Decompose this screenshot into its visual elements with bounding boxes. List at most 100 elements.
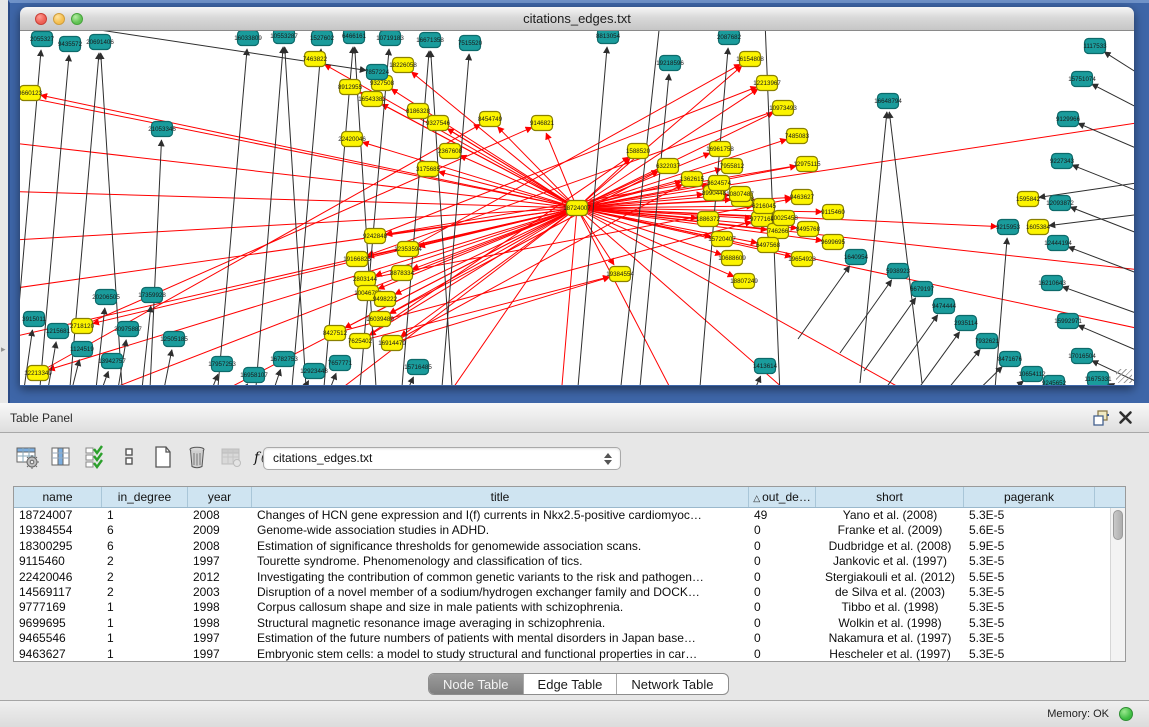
table-row[interactable]: 911546021997Tourette syndrome. Phenomeno… [14, 554, 1125, 569]
table-header-row[interactable]: namein_degreeyeartitle△out_de…shortpager… [14, 487, 1125, 508]
graph-node[interactable]: 2055327 [30, 32, 55, 47]
graph-node[interactable]: 9245652 [1042, 376, 1067, 386]
table-row[interactable]: 977716911998Corpus callosum shape and si… [14, 600, 1125, 615]
table-row[interactable]: 946362711997Embryonic stem cells: a mode… [14, 647, 1125, 662]
graph-node[interactable]: 11675331 [1084, 372, 1112, 386]
graph-node[interactable]: 2803144 [353, 272, 378, 287]
graph-node[interactable]: 12444194 [1044, 236, 1072, 251]
graph-node[interactable]: 8813054 [596, 31, 621, 44]
table-row[interactable]: 1456911722003Disruption of a novel membe… [14, 585, 1125, 600]
graph-node[interactable]: 16958107 [240, 368, 268, 383]
graph-node[interactable]: 9699695 [821, 235, 846, 250]
graph-node[interactable]: 20206505 [92, 290, 120, 305]
show-columns-icon[interactable] [48, 444, 74, 470]
graph-node[interactable]: 16648794 [874, 94, 902, 109]
table-settings-icon[interactable] [14, 444, 40, 470]
graph-node[interactable]: 7485083 [785, 129, 810, 144]
graph-node[interactable]: 18807249 [730, 274, 758, 289]
table-row[interactable]: 969969511998Structural magnetic resonanc… [14, 616, 1125, 631]
table-row[interactable]: 1830029562008Estimation of significance … [14, 539, 1125, 554]
graph-node[interactable]: 10025458 [770, 211, 798, 226]
graph-node[interactable]: 9146821 [530, 116, 555, 131]
graph-node[interactable]: 7515520 [458, 36, 483, 51]
graph-node[interactable]: 2935114 [954, 316, 978, 331]
table-row[interactable]: 1872400712008Changes of HCN gene express… [14, 508, 1125, 523]
graph-node[interactable]: 8878334 [390, 266, 415, 281]
tab-node-table[interactable]: Node Table [429, 674, 524, 694]
graph-node[interactable]: 22420046 [338, 132, 366, 147]
graph-node[interactable]: 16914479 [378, 336, 406, 351]
graph-node[interactable]: 12213349 [24, 366, 52, 381]
graph-node[interactable]: 6679197 [910, 282, 935, 297]
graph-node[interactable]: 8427512 [323, 326, 348, 341]
graph-node[interactable]: 12093872 [1046, 196, 1074, 211]
vertical-scrollbar[interactable] [1110, 508, 1125, 661]
graph-node[interactable]: 6322037 [656, 159, 681, 174]
network-canvas[interactable]: 1872400718226058932750889129551654338281… [20, 31, 1134, 385]
table-row[interactable]: 946554611997Estimation of the future num… [14, 631, 1125, 646]
import-table-icon[interactable] [218, 444, 244, 470]
graph-node[interactable]: 7932621 [975, 334, 1000, 349]
graph-node[interactable]: 16543382 [358, 92, 386, 107]
column-header-pagerank[interactable]: pagerank [964, 487, 1095, 507]
graph-node[interactable]: 2087682 [717, 31, 742, 45]
graph-node[interactable]: 6216045 [752, 199, 777, 214]
column-header-short[interactable]: short [816, 487, 964, 507]
graph-node[interactable]: 1640954 [844, 250, 869, 265]
graph-node[interactable]: 18226058 [389, 58, 417, 73]
graph-node[interactable]: 19218596 [656, 56, 684, 71]
graph-node[interactable]: 7657771 [328, 356, 353, 371]
tab-edge-table[interactable]: Edge Table [524, 674, 618, 694]
graph-node[interactable]: 3215953 [996, 220, 1021, 235]
network-window[interactable]: citations_edges.txt 18724007182260589327… [20, 7, 1134, 386]
graph-node[interactable]: 19166825 [343, 252, 371, 267]
graph-node[interactable]: 9435572 [58, 37, 83, 52]
column-header-title[interactable]: title [252, 487, 749, 507]
graph-node[interactable]: 9242848 [363, 229, 388, 244]
graph-node[interactable]: 3175685 [416, 162, 441, 177]
graph-node[interactable]: 10553287 [270, 31, 298, 44]
graph-node[interactable]: 16033809 [234, 31, 262, 46]
graph-node[interactable]: 1413614 [753, 359, 778, 374]
graph-node[interactable]: 8912955 [338, 80, 363, 95]
graph-node[interactable]: 12975115 [793, 157, 821, 172]
graph-node[interactable]: 3915011 [22, 312, 46, 327]
graph-node[interactable]: 16210643 [1038, 276, 1066, 291]
graph-node[interactable]: 18724007 [563, 201, 591, 216]
graph-node[interactable]: 16961758 [706, 142, 734, 157]
graph-node[interactable]: 16039489 [366, 312, 394, 327]
graph-node[interactable]: 10807487 [726, 187, 754, 202]
graph-node[interactable]: 7955812 [720, 159, 745, 174]
graph-node[interactable]: 9129966 [1056, 112, 1081, 127]
graph-node[interactable]: 12213967 [753, 76, 781, 91]
resize-grip[interactable] [1116, 369, 1132, 383]
graph-node[interactable]: 8186328 [406, 104, 431, 119]
close-icon[interactable] [1118, 410, 1133, 425]
graph-node[interactable]: 21053346 [148, 122, 176, 137]
graph-node[interactable]: 2718120 [70, 319, 95, 334]
graph-node[interactable]: 10688609 [718, 251, 746, 266]
citation-graph[interactable]: 1872400718226058932750889129551654338281… [20, 31, 1134, 385]
graph-node[interactable]: 20691406 [86, 35, 114, 50]
graph-node[interactable]: 1527602 [310, 31, 335, 46]
graph-node[interactable]: 6466161 [342, 31, 367, 44]
select-columns-icon[interactable] [82, 444, 108, 470]
graph-node[interactable]: 1605384 [1026, 220, 1051, 235]
delete-table-icon[interactable] [184, 444, 210, 470]
graph-node[interactable]: 17957253 [208, 357, 236, 372]
graph-node[interactable]: 6497568 [756, 238, 781, 253]
column-header-year[interactable]: year [188, 487, 252, 507]
column-header-out-de-[interactable]: △out_de… [749, 487, 816, 507]
graph-node[interactable]: 15751074 [1068, 72, 1096, 87]
graph-node[interactable]: 13942757 [98, 354, 126, 369]
graph-node[interactable]: 16671358 [416, 33, 444, 48]
graph-node[interactable]: 10973493 [769, 101, 797, 116]
node-table[interactable]: namein_degreeyeartitle△out_de…shortpager… [13, 486, 1126, 662]
graph-node[interactable]: 1124519 [70, 342, 94, 357]
table-body[interactable]: 1872400712008Changes of HCN gene express… [14, 508, 1125, 662]
graph-node[interactable]: 16782753 [270, 352, 298, 367]
graph-node[interactable]: 8495768 [796, 222, 821, 237]
float-window-icon[interactable] [1093, 410, 1109, 426]
table-selector-dropdown[interactable]: citations_edges.txt [263, 447, 621, 470]
graph-node[interactable]: 15716485 [404, 360, 432, 375]
